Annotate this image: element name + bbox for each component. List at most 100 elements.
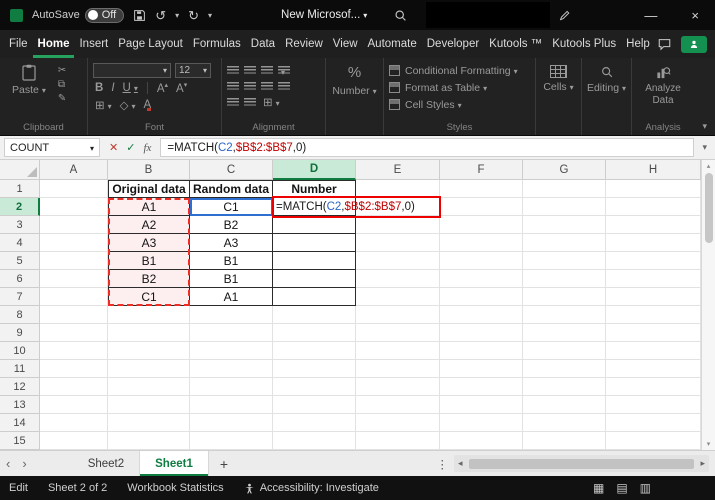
search-icon[interactable] (394, 9, 407, 22)
cell-E13[interactable] (356, 396, 440, 414)
accessibility-status[interactable]: Accessibility: Investigate (234, 482, 389, 494)
cell-E1[interactable] (356, 180, 440, 198)
cell-E12[interactable] (356, 378, 440, 396)
cell-D13[interactable] (273, 396, 356, 414)
cell-G5[interactable] (523, 252, 606, 270)
cancel-button[interactable]: ✕ (109, 141, 118, 154)
row-header-13[interactable]: 13 (0, 396, 40, 414)
orientation-icon[interactable] (278, 65, 290, 75)
cell-E3[interactable] (356, 216, 440, 234)
increase-indent-icon[interactable] (244, 97, 256, 107)
cell-A10[interactable] (40, 342, 108, 360)
cell-H4[interactable] (606, 234, 701, 252)
cell-A12[interactable] (40, 378, 108, 396)
cell-A5[interactable] (40, 252, 108, 270)
cell-F15[interactable] (440, 432, 523, 450)
ribbon-tab-data[interactable]: Data (246, 30, 280, 58)
cell-G10[interactable] (523, 342, 606, 360)
cell-E6[interactable] (356, 270, 440, 288)
ribbon-tab-insert[interactable]: Insert (74, 30, 113, 58)
decrease-indent-icon[interactable] (227, 97, 239, 107)
page-layout-view-icon[interactable]: ▤ (616, 481, 627, 495)
cell-H15[interactable] (606, 432, 701, 450)
draw-icon[interactable] (559, 9, 572, 22)
name-box-chevron-icon[interactable] (87, 142, 94, 154)
conditional-formatting-button[interactable]: Conditional Formatting (389, 62, 530, 79)
editing-button[interactable]: Editing (587, 62, 626, 94)
ribbon-tab-page-layout[interactable]: Page Layout (113, 30, 188, 58)
cell-D6[interactable] (273, 270, 356, 288)
cell-B12[interactable] (108, 378, 190, 396)
row-header-14[interactable]: 14 (0, 414, 40, 432)
analyze-data-button[interactable]: Analyze Data (637, 62, 689, 106)
cell-A6[interactable] (40, 270, 108, 288)
cell-E9[interactable] (356, 324, 440, 342)
cell-C7[interactable]: A1 (190, 288, 273, 306)
copy-icon[interactable]: ⧉ (58, 79, 66, 90)
merge-center-icon[interactable]: ⊞ (261, 95, 282, 109)
cell-C15[interactable] (190, 432, 273, 450)
ribbon-tab-view[interactable]: View (328, 30, 363, 58)
document-title[interactable]: New Microsof... (281, 9, 367, 21)
ribbon-tab-automate[interactable]: Automate (363, 30, 422, 58)
cell-A2[interactable] (40, 198, 108, 216)
insert-function-button[interactable]: fx (143, 142, 151, 154)
cell-B9[interactable] (108, 324, 190, 342)
cell-A3[interactable] (40, 216, 108, 234)
row-header-11[interactable]: 11 (0, 360, 40, 378)
scroll-up-icon[interactable]: ▴ (707, 162, 711, 170)
align-bottom-icon[interactable] (261, 65, 273, 75)
column-header-D[interactable]: D (273, 160, 356, 180)
enter-button[interactable]: ✓ (126, 141, 135, 154)
column-header-G[interactable]: G (523, 160, 606, 180)
cell-H8[interactable] (606, 306, 701, 324)
cell-G12[interactable] (523, 378, 606, 396)
cell-F11[interactable] (440, 360, 523, 378)
cell-D9[interactable] (273, 324, 356, 342)
cell-C12[interactable] (190, 378, 273, 396)
cell-D5[interactable] (273, 252, 356, 270)
format-painter-icon[interactable]: ✎ (58, 93, 66, 104)
cell-D15[interactable] (273, 432, 356, 450)
cell-G14[interactable] (523, 414, 606, 432)
cell-B8[interactable] (108, 306, 190, 324)
cell-D12[interactable] (273, 378, 356, 396)
cell-C14[interactable] (190, 414, 273, 432)
cell-F1[interactable] (440, 180, 523, 198)
cell-G3[interactable] (523, 216, 606, 234)
cell-G6[interactable] (523, 270, 606, 288)
cell-A13[interactable] (40, 396, 108, 414)
share-button[interactable] (681, 35, 707, 53)
cell-C13[interactable] (190, 396, 273, 414)
align-top-icon[interactable] (227, 65, 239, 75)
cell-C4[interactable]: A3 (190, 234, 273, 252)
sheetbar-handle-icon[interactable]: ⋮ (431, 451, 455, 476)
vertical-scrollbar[interactable]: ▴ ▾ (701, 160, 715, 450)
next-sheet-icon[interactable]: › (16, 451, 32, 476)
cell-H5[interactable] (606, 252, 701, 270)
cut-icon[interactable]: ✂ (58, 65, 66, 76)
decrease-font-button[interactable]: A▾ (174, 81, 189, 95)
comments-icon[interactable] (657, 37, 672, 51)
cell-H11[interactable] (606, 360, 701, 378)
new-sheet-button[interactable]: + (209, 451, 239, 476)
page-break-view-icon[interactable]: ▥ (640, 481, 651, 495)
cell-D8[interactable] (273, 306, 356, 324)
ribbon-tab-developer[interactable]: Developer (422, 30, 484, 58)
cell-B7[interactable]: C1 (108, 288, 190, 306)
row-header-3[interactable]: 3 (0, 216, 40, 234)
cell-B3[interactable]: A2 (108, 216, 190, 234)
formula-input[interactable]: =MATCH(C2,$B$2:$B$7,0) (160, 138, 695, 157)
row-header-10[interactable]: 10 (0, 342, 40, 360)
cell-F8[interactable] (440, 306, 523, 324)
cell-E8[interactable] (356, 306, 440, 324)
cell-F10[interactable] (440, 342, 523, 360)
cell-H3[interactable] (606, 216, 701, 234)
normal-view-icon[interactable]: ▦ (593, 481, 604, 495)
borders-button[interactable]: ⊞ (93, 98, 114, 112)
cell-C2[interactable]: C1 (190, 198, 273, 216)
expand-formula-bar-icon[interactable]: ▾ (698, 142, 711, 153)
column-header-H[interactable]: H (606, 160, 701, 180)
cell-B6[interactable]: B2 (108, 270, 190, 288)
cell-H12[interactable] (606, 378, 701, 396)
